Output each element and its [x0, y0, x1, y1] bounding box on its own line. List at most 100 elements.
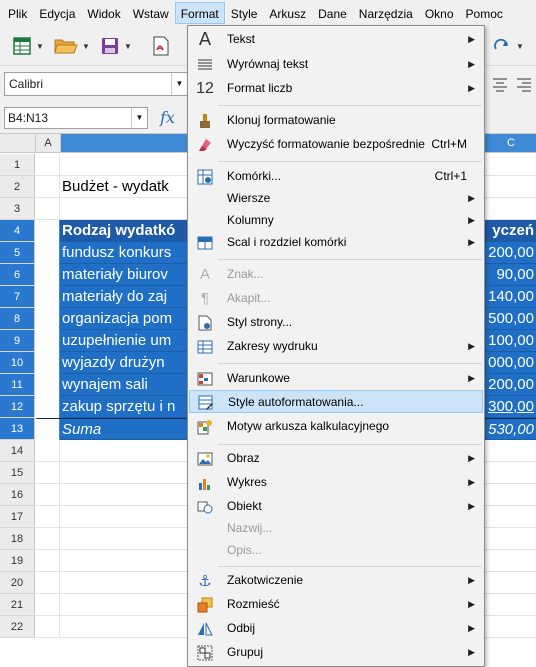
- item-cell[interactable]: zakup sprzętu i n: [61, 396, 175, 418]
- cell[interactable]: [36, 176, 60, 198]
- cell[interactable]: [36, 352, 60, 374]
- cell[interactable]: [36, 286, 60, 308]
- menu-item-scal-komorki[interactable]: Scal i rozdziel komórki ▶: [189, 231, 483, 254]
- row-header[interactable]: 22: [0, 616, 35, 638]
- open-button[interactable]: ▼: [52, 33, 92, 59]
- cell[interactable]: [36, 550, 60, 572]
- cell[interactable]: [36, 198, 60, 220]
- cell[interactable]: [36, 220, 60, 242]
- menu-item-zakresy-wydruku[interactable]: Zakresy wydruku ▶: [189, 335, 483, 358]
- amount-cell[interactable]: 90,00: [496, 264, 536, 286]
- select-all-corner[interactable]: [0, 134, 36, 153]
- row-header[interactable]: 15: [0, 462, 35, 484]
- row-header[interactable]: 14: [0, 440, 35, 462]
- cell[interactable]: [36, 462, 60, 484]
- menu-item-opis[interactable]: Opis...: [189, 539, 483, 562]
- menu-item-motyw-arkusza[interactable]: Motyw arkusza kalkulacyjnego: [189, 415, 483, 438]
- item-cell[interactable]: organizacja pom: [61, 308, 172, 330]
- menu-item-tekst[interactable]: A Tekst ▶: [189, 28, 483, 51]
- column-header-a[interactable]: A: [36, 134, 61, 153]
- row-header[interactable]: 19: [0, 550, 35, 572]
- row-header[interactable]: 1: [0, 154, 35, 176]
- amount-cell[interactable]: 300,00: [488, 396, 536, 418]
- row-header[interactable]: 11: [0, 374, 35, 396]
- row-header[interactable]: 3: [0, 198, 35, 220]
- menu-edycja[interactable]: Edycja: [33, 2, 81, 24]
- menu-narzedzia[interactable]: Narzędzia: [353, 2, 419, 24]
- item-cell[interactable]: uzupełnienie um: [61, 330, 171, 352]
- cell[interactable]: [36, 440, 60, 462]
- item-cell[interactable]: fundusz konkurs: [61, 242, 171, 264]
- row-header[interactable]: 5: [0, 242, 35, 264]
- menu-plik[interactable]: Plik: [2, 2, 33, 24]
- row-header[interactable]: 18: [0, 528, 35, 550]
- row-header[interactable]: 4: [0, 220, 35, 242]
- menu-item-nazwij[interactable]: Nazwij...: [189, 517, 483, 540]
- menu-style[interactable]: Style: [225, 2, 264, 24]
- cell[interactable]: [36, 374, 60, 396]
- menu-item-format-liczb[interactable]: 12 Format liczb ▶: [189, 77, 483, 100]
- menu-item-wykres[interactable]: Wykres ▶: [189, 471, 483, 494]
- budget-title-cell[interactable]: Budżet - wydatk: [61, 176, 169, 198]
- amount-cell[interactable]: 140,00: [488, 286, 536, 308]
- cell[interactable]: [36, 242, 60, 264]
- chevron-down-icon[interactable]: ▼: [131, 108, 147, 128]
- amount-cell[interactable]: 000,00: [488, 352, 536, 374]
- cell[interactable]: [36, 572, 60, 594]
- row-header[interactable]: 12: [0, 396, 35, 418]
- cell[interactable]: [36, 308, 60, 330]
- cell[interactable]: [36, 396, 60, 418]
- new-spreadsheet-button[interactable]: ▼: [8, 33, 48, 59]
- menu-item-kolumny[interactable]: Kolumny ▶: [189, 209, 483, 232]
- row-header[interactable]: 21: [0, 594, 35, 616]
- column-header-c[interactable]: C: [486, 134, 536, 153]
- menu-item-znak[interactable]: A Znak...: [189, 263, 483, 286]
- menu-item-grupuj[interactable]: Grupuj ▶: [189, 641, 483, 664]
- amount-cell[interactable]: 500,00: [488, 308, 536, 330]
- menu-okno[interactable]: Okno: [419, 2, 460, 24]
- menu-item-obraz[interactable]: Obraz ▶: [189, 447, 483, 470]
- row-header[interactable]: 6: [0, 264, 35, 286]
- save-button[interactable]: ▼: [96, 33, 136, 59]
- menu-item-wiersze[interactable]: Wiersze ▶: [189, 187, 483, 210]
- row-header[interactable]: 10: [0, 352, 35, 374]
- amount-cell[interactable]: 200,00: [488, 242, 536, 264]
- row-header[interactable]: 16: [0, 484, 35, 506]
- cell[interactable]: [36, 528, 60, 550]
- menu-item-styl-strony[interactable]: Styl strony...: [189, 311, 483, 334]
- menu-pomoc[interactable]: Pomoc: [460, 2, 509, 24]
- item-cell[interactable]: wynajem sali: [61, 374, 148, 396]
- menu-item-zakotwiczenie[interactable]: ⚓ Zakotwiczenie ▶: [189, 569, 483, 592]
- menu-item-klonuj-formatowanie[interactable]: Klonuj formatowanie: [189, 109, 483, 132]
- cell[interactable]: [36, 154, 60, 176]
- menu-wstaw[interactable]: Wstaw: [127, 2, 175, 24]
- menu-dane[interactable]: Dane: [312, 2, 353, 24]
- item-cell[interactable]: wyjazdy drużyn: [61, 352, 165, 374]
- sum-value-cell[interactable]: 530,00: [488, 419, 536, 441]
- cell[interactable]: [36, 419, 60, 441]
- cell[interactable]: [36, 330, 60, 352]
- row-header[interactable]: 2: [0, 176, 35, 198]
- sum-label-cell[interactable]: Suma: [61, 419, 101, 441]
- header-cell-b[interactable]: Rodzaj wydatkó: [61, 220, 175, 242]
- header-cell-c[interactable]: yczeń: [492, 220, 536, 242]
- align-center-button[interactable]: [490, 72, 510, 98]
- amount-cell[interactable]: 200,00: [488, 374, 536, 396]
- cell[interactable]: [36, 594, 60, 616]
- menu-item-odbij[interactable]: Odbij ▶: [189, 617, 483, 640]
- menu-item-obiekt[interactable]: Obiekt ▶: [189, 495, 483, 518]
- menu-item-wyczysc-formatowanie[interactable]: Wyczyść formatowanie bezpośrednie Ctrl+M: [189, 133, 483, 156]
- menu-widok[interactable]: Widok: [81, 2, 126, 24]
- align-right-button[interactable]: [514, 72, 534, 98]
- item-cell[interactable]: materiały biurov: [61, 264, 168, 286]
- font-name-combobox[interactable]: Calibri ▼: [4, 72, 188, 96]
- cell[interactable]: [36, 264, 60, 286]
- row-header[interactable]: 17: [0, 506, 35, 528]
- menu-arkusz[interactable]: Arkusz: [263, 2, 312, 24]
- menu-item-akapit[interactable]: ¶ Akapit...: [189, 287, 483, 310]
- row-header[interactable]: 7: [0, 286, 35, 308]
- item-cell[interactable]: materiały do zaj: [61, 286, 167, 308]
- menu-item-wyrownaj-tekst[interactable]: Wyrównaj tekst ▶: [189, 53, 483, 76]
- cell[interactable]: [36, 506, 60, 528]
- row-header[interactable]: 9: [0, 330, 35, 352]
